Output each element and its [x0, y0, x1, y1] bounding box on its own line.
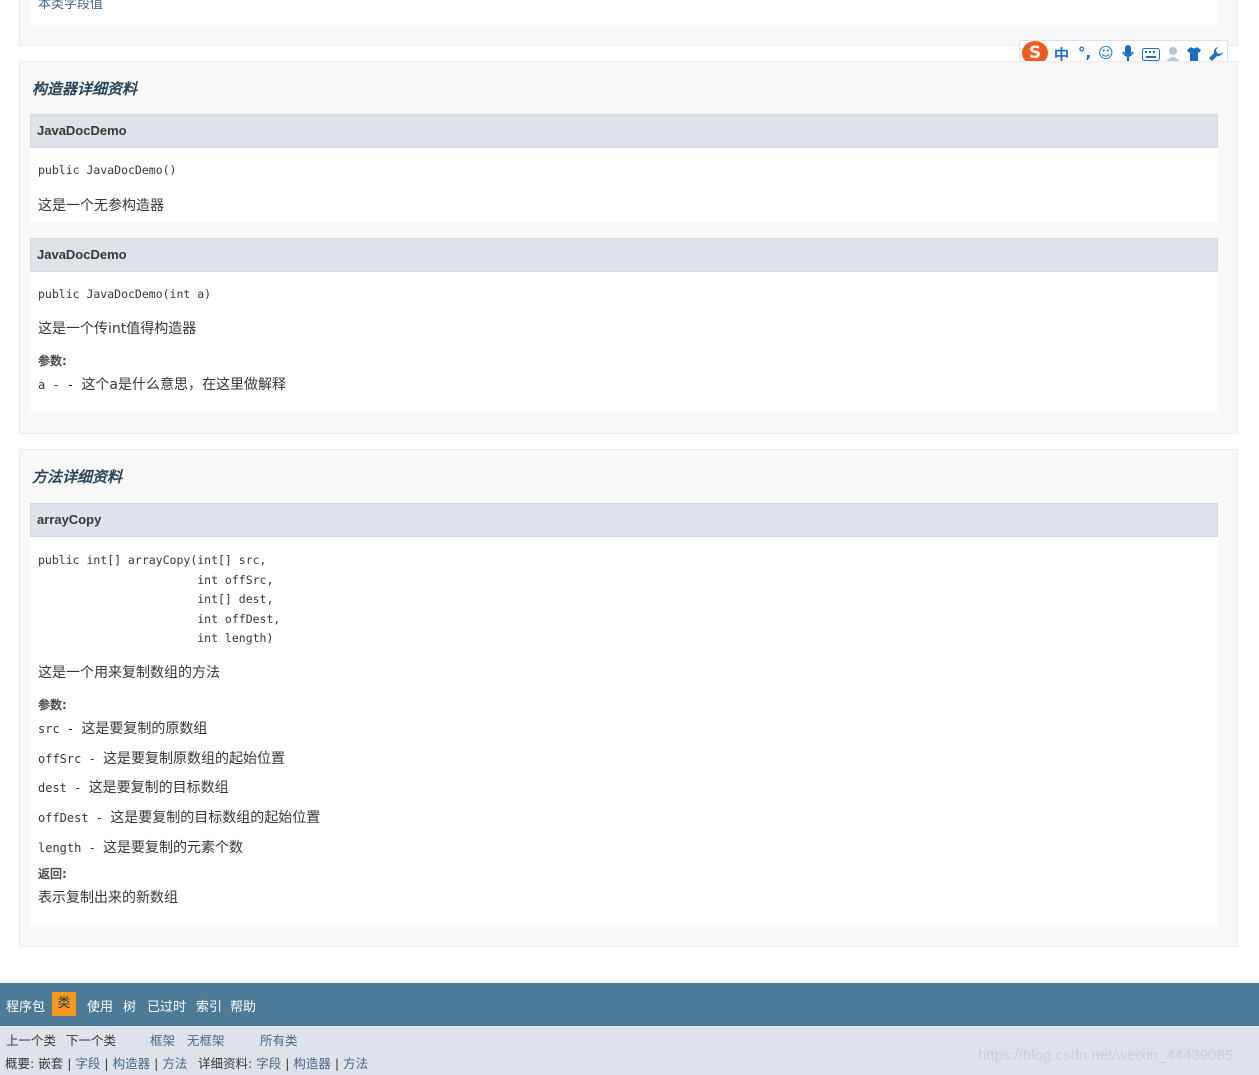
param-separator: - — [81, 752, 104, 766]
watermark: https://blog.csdn.net/weixin_44439085 — [978, 1047, 1234, 1064]
method-signature: public int[] arrayCopy(int[] src, int of… — [38, 553, 281, 645]
nav-help[interactable]: 帮助 — [230, 996, 256, 1015]
param-name: dest — [38, 781, 67, 795]
ime-emoji-icon[interactable]: ☺ — [1098, 44, 1114, 62]
param-separator: - - — [45, 378, 82, 392]
param-row: dest - 这是要复制的目标数组 — [38, 777, 229, 797]
constructor-description: 这是一个无参构造器 — [38, 198, 164, 214]
param-name: offDest — [38, 811, 89, 825]
summary-links: 概要: 嵌套 | 字段 | 构造器 | 方法 — [5, 1053, 187, 1072]
param-name: length — [38, 841, 82, 855]
param-name: src — [38, 722, 60, 736]
next-class-label: 下一个类 — [66, 1033, 117, 1048]
method-block: arrayCopy public int[] arrayCopy(int[] s… — [30, 503, 1218, 927]
nav-package[interactable]: 程序包 — [6, 996, 45, 1015]
constructor-description: 这是一个传int值得构造器 — [38, 321, 197, 337]
constructor-name-header: JavaDocDemo — [30, 114, 1218, 148]
param-description: 这是要复制原数组的起始位置 — [103, 751, 286, 767]
constructor-block-1: JavaDocDemo public JavaDocDemo() 这是一个无参构… — [30, 114, 1218, 222]
method-detail-title: 方法详细资料 — [32, 468, 123, 486]
nav-index[interactable]: 索引 — [196, 996, 222, 1015]
bottom-nav-bar: 程序包 类 使用 树 已过时 索引 帮助 — [0, 983, 1259, 1026]
nav-class-active: 类 — [52, 992, 76, 1016]
params-label: 参数: — [38, 698, 67, 712]
summary-method-link[interactable]: 方法 — [162, 1056, 187, 1071]
params-label: 参数: — [38, 354, 67, 368]
separator: | — [154, 1056, 159, 1071]
nav-use[interactable]: 使用 — [87, 996, 113, 1015]
detail-links: 详细资料: 字段 | 构造器 | 方法 — [198, 1053, 368, 1072]
summary-nested: 嵌套 — [38, 1056, 64, 1071]
detail-field-link[interactable]: 字段 — [256, 1056, 281, 1071]
param-description: 这是要复制的目标数组 — [88, 780, 229, 796]
param-separator: - — [81, 841, 104, 855]
field-detail-text: 本类字段值 — [38, 0, 104, 12]
param-row: src - 这是要复制的原数组 — [38, 718, 207, 738]
ime-punct-icon[interactable]: °, — [1078, 44, 1091, 62]
frames-link[interactable]: 框架 — [150, 1030, 175, 1049]
separator: | — [104, 1056, 109, 1071]
detail-label: 详细资料: — [198, 1056, 253, 1071]
no-frames-link[interactable]: 无框架 — [187, 1030, 225, 1049]
param-description: 这是要复制的原数组 — [81, 721, 208, 737]
returns-label: 返回: — [38, 867, 67, 881]
summary-label: 概要: — [5, 1056, 35, 1071]
field-detail-block: 本类字段值 — [30, 0, 1218, 25]
param-separator: - — [88, 811, 111, 825]
param-name: offSrc — [38, 752, 82, 766]
param-description: 这是要复制的目标数组的起始位置 — [110, 810, 321, 826]
constructor-signature: public JavaDocDemo(int a) — [38, 287, 212, 301]
param-description: 这是要复制的元素个数 — [103, 840, 244, 856]
param-description: 这个a是什么意思，在这里做解释 — [81, 377, 286, 393]
separator: | — [334, 1056, 340, 1071]
param-separator: - — [59, 722, 82, 736]
param-row: offDest - 这是要复制的目标数组的起始位置 — [38, 807, 320, 827]
returns-description: 表示复制出来的新数组 — [38, 890, 178, 906]
separator: | — [67, 1056, 72, 1071]
method-description: 这是一个用来复制数组的方法 — [38, 665, 220, 681]
method-detail-section: 方法详细资料 arrayCopy public int[] arrayCopy(… — [19, 449, 1238, 947]
param-row: length - 这是要复制的元素个数 — [38, 837, 243, 857]
constructor-detail-section: 构造器详细资料 JavaDocDemo public JavaDocDemo()… — [19, 61, 1238, 434]
constructor-signature: public JavaDocDemo() — [38, 163, 177, 177]
param-row: offSrc - 这是要复制原数组的起始位置 — [38, 748, 285, 768]
nav-deprecated[interactable]: 已过时 — [147, 996, 186, 1015]
all-classes-link[interactable]: 所有类 — [260, 1030, 298, 1049]
param-row: a - - 这个a是什么意思，在这里做解释 — [38, 374, 286, 394]
constructor-detail-title: 构造器详细资料 — [32, 80, 138, 98]
constructor-name-header: JavaDocDemo — [30, 238, 1218, 272]
summary-field-link[interactable]: 字段 — [75, 1056, 100, 1071]
method-name-header: arrayCopy — [30, 503, 1218, 537]
summary-constructor-link[interactable]: 构造器 — [113, 1056, 151, 1071]
constructor-block-2: JavaDocDemo public JavaDocDemo(int a) 这是… — [30, 238, 1218, 412]
separator: | — [285, 1056, 290, 1071]
param-separator: - — [66, 781, 89, 795]
prev-class-label: 上一个类 — [6, 1033, 57, 1048]
detail-constructor-link[interactable]: 构造器 — [293, 1056, 331, 1071]
nav-tree[interactable]: 树 — [123, 996, 136, 1015]
detail-method-link[interactable]: 方法 — [343, 1056, 368, 1071]
